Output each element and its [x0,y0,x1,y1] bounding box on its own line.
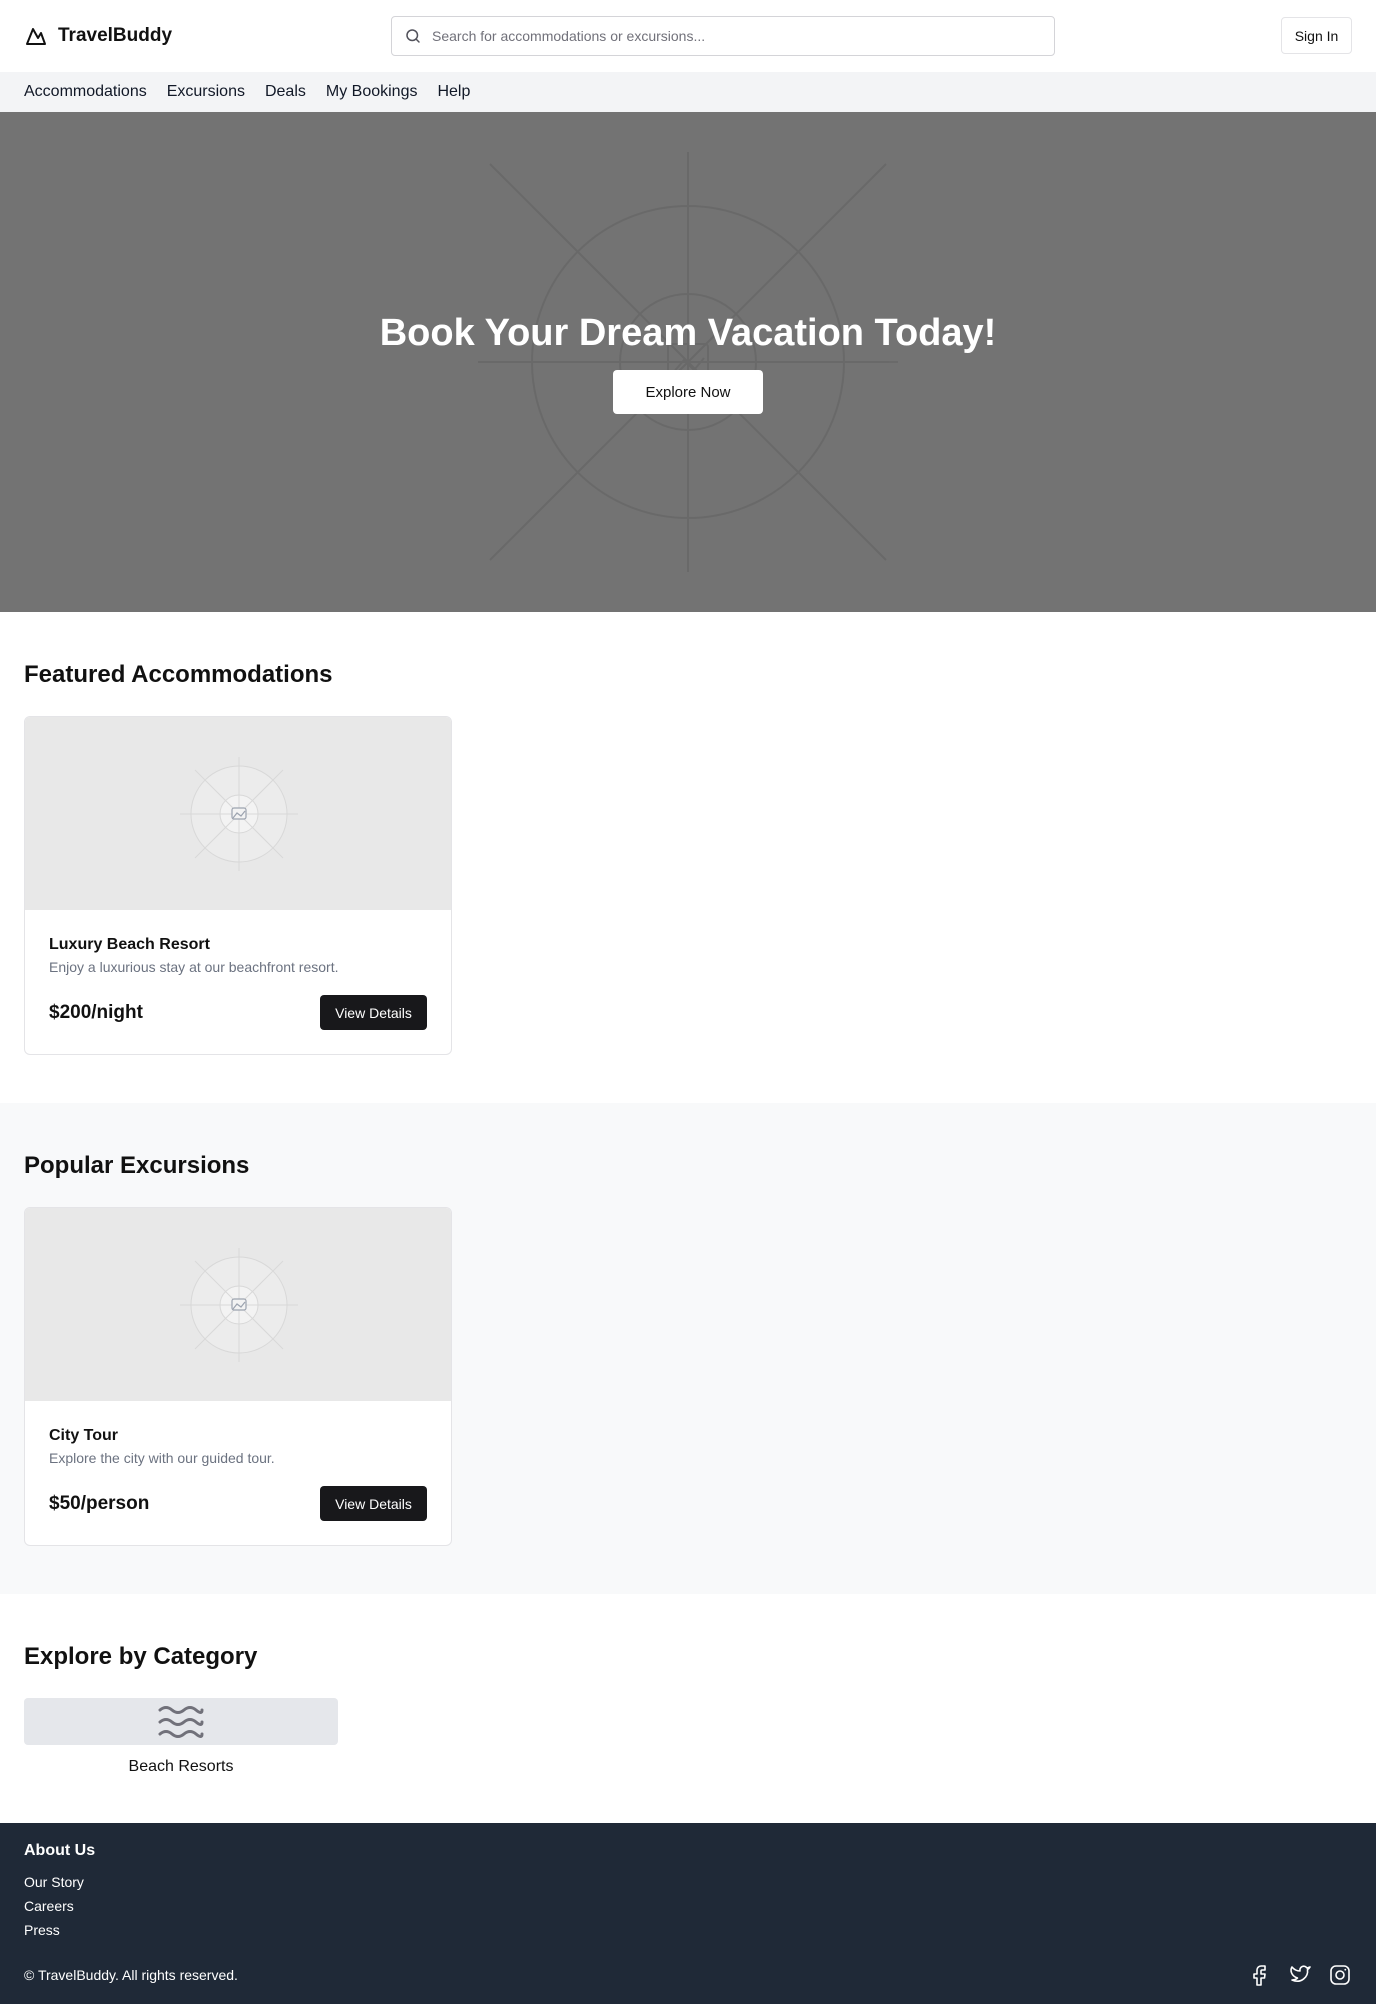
brand-name: TravelBuddy [58,25,173,46]
view-details-button[interactable]: View Details [320,995,427,1030]
card-image-placeholder [25,717,451,910]
nav-excursions[interactable]: Excursions [167,83,245,101]
card-body: Luxury Beach Resort Enjoy a luxurious st… [25,910,451,1054]
card-footer: $50/person View Details [49,1486,427,1521]
site-header: TravelBuddy Sign In [0,0,1376,72]
waves-icon [158,1705,204,1738]
card-body: City Tour Explore the city with our guid… [25,1401,451,1545]
card-price: $50/person [49,1492,150,1514]
hero-banner: Book Your Dream Vacation Today! Explore … [0,112,1376,612]
copyright-text: © TravelBuddy. All rights reserved. [24,1967,238,1983]
mountain-logo-icon [26,28,46,45]
featured-accommodations-section: Featured Accommodations Luxury Beach Res… [0,612,1376,1103]
nav-deals[interactable]: Deals [265,83,306,101]
category-beach-resorts[interactable]: Beach Resorts [24,1698,338,1776]
hero-title: Book Your Dream Vacation Today! [379,312,997,354]
social-links [1248,1963,1352,1987]
footer-link-press[interactable]: Press [24,1918,1352,1942]
category-tile[interactable] [24,1698,338,1745]
image-placeholder-icon [180,1248,298,1362]
section-title: Popular Excursions [24,1152,250,1179]
category-label: Beach Resorts [128,1758,234,1775]
footer-bottom: © TravelBuddy. All rights reserved. [24,1963,1352,1987]
explore-now-button[interactable]: Explore Now [613,370,763,414]
section-title: Featured Accommodations [24,661,333,688]
main-nav: Accommodations Excursions Deals My Booki… [0,72,1376,112]
hero-content: Book Your Dream Vacation Today! Explore … [0,310,1376,414]
search-input[interactable] [432,28,1042,44]
footer-heading: About Us [24,1842,96,1859]
brand[interactable]: TravelBuddy [24,24,172,48]
view-details-button[interactable]: View Details [320,1486,427,1521]
card-footer: $200/night View Details [49,995,427,1030]
excursion-card[interactable]: City Tour Explore the city with our guid… [24,1207,452,1546]
search-icon [406,29,420,43]
card-price: $200/night [49,1001,143,1023]
sign-in-button[interactable]: Sign In [1281,17,1352,54]
footer-links: Our Story Careers Press [24,1870,1352,1942]
card-description: Explore the city with our guided tour. [49,1450,275,1466]
search-bar[interactable] [391,16,1055,56]
nav-accommodations[interactable]: Accommodations [24,83,147,101]
card-description: Enjoy a luxurious stay at our beachfront… [49,959,339,975]
section-title: Explore by Category [24,1643,258,1670]
twitter-icon[interactable] [1288,1963,1312,1987]
facebook-icon[interactable] [1248,1963,1272,1987]
nav-my-bookings[interactable]: My Bookings [326,83,418,101]
explore-by-category-section: Explore by Category Beach Resorts [0,1594,1376,1824]
site-footer: About Us Our Story Careers Press © Trave… [0,1823,1376,2004]
footer-link-our-story[interactable]: Our Story [24,1870,1352,1894]
accommodation-card[interactable]: Luxury Beach Resort Enjoy a luxurious st… [24,716,452,1055]
card-image-placeholder [25,1208,451,1401]
footer-link-careers[interactable]: Careers [24,1894,1352,1918]
instagram-icon[interactable] [1328,1963,1352,1987]
nav-help[interactable]: Help [437,83,470,101]
image-placeholder-icon [180,757,298,871]
card-title: Luxury Beach Resort [49,936,210,953]
popular-excursions-section: Popular Excursions City Tour Explore the… [0,1103,1376,1594]
card-title: City Tour [49,1427,119,1444]
